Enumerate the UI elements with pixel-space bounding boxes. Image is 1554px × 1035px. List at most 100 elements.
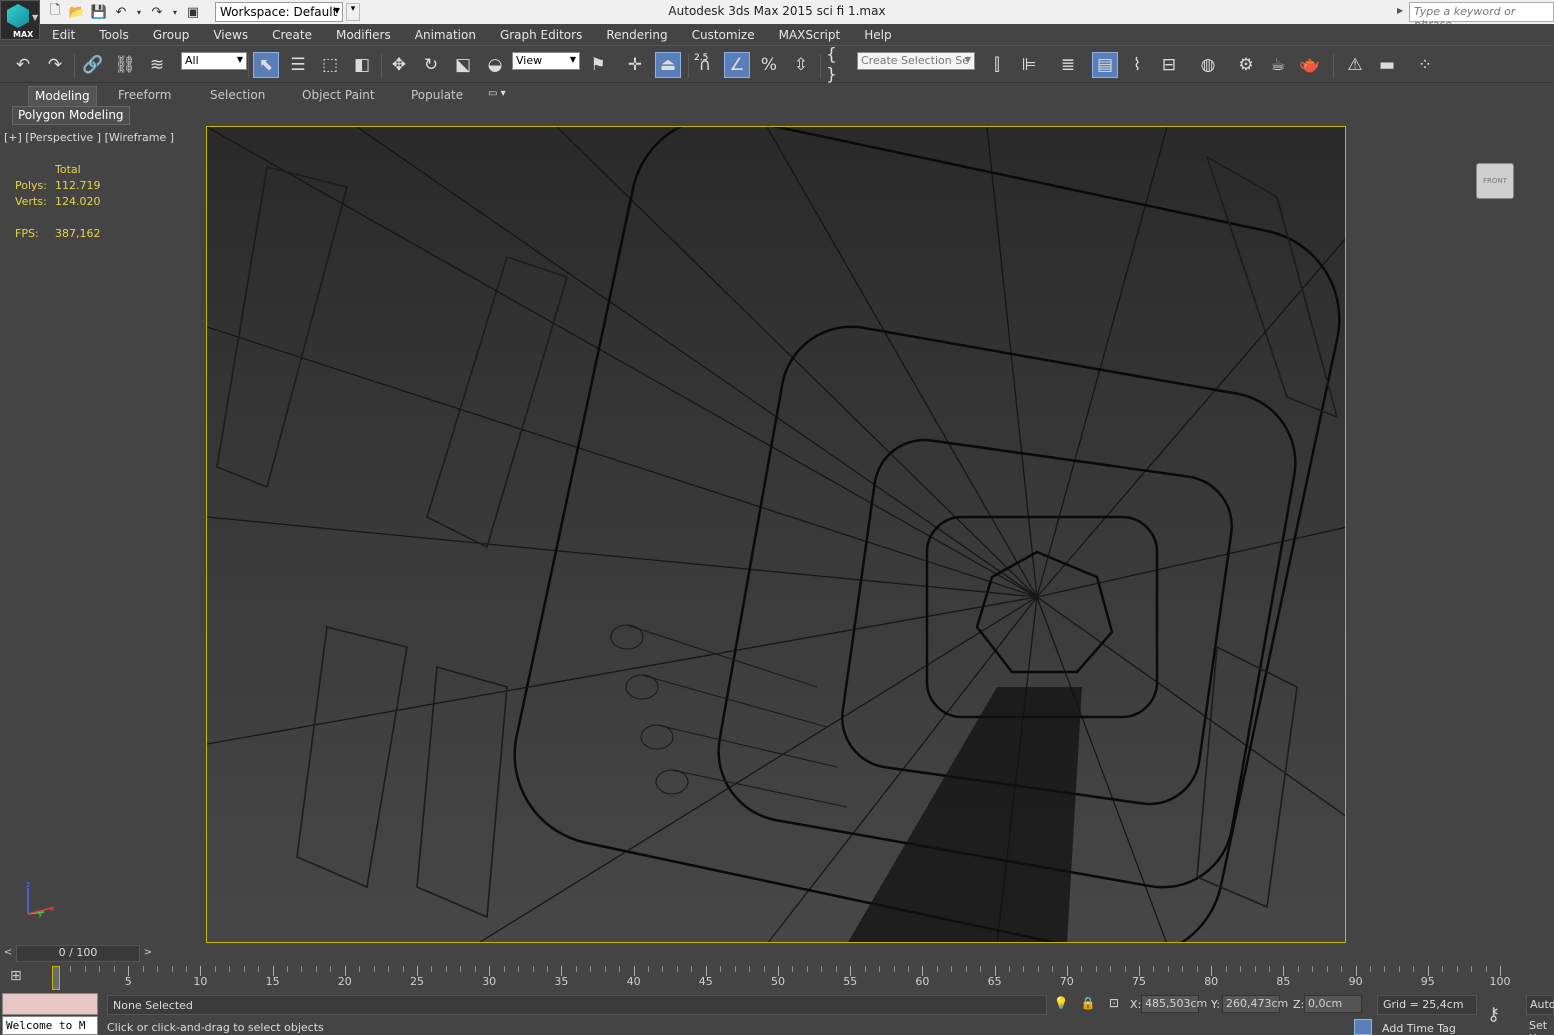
bind-to-space-warp-icon[interactable]: ≋ — [144, 52, 170, 78]
tab-populate[interactable]: Populate — [411, 86, 463, 106]
layer-explorer-icon[interactable]: ≣ — [1055, 52, 1081, 78]
selection-filter-dropdown[interactable]: All ▼ — [181, 52, 247, 70]
frame-tick — [474, 966, 476, 972]
window-crossing-icon[interactable]: ◧ — [349, 52, 375, 78]
frame-tick-label: 80 — [1204, 975, 1219, 988]
pivot-center-icon[interactable]: ⚑ — [585, 52, 611, 78]
menu-views[interactable]: Views — [201, 28, 260, 42]
undo-icon[interactable]: ↶ — [10, 52, 36, 78]
maxscript-listener-input[interactable]: Welcome to M — [2, 1016, 98, 1035]
frame-tick — [951, 966, 953, 972]
frame-tick-label: 50 — [771, 975, 785, 988]
auto-key-button[interactable]: Auto — [1526, 995, 1554, 1015]
search-input[interactable]: Type a keyword or phrase — [1409, 2, 1554, 31]
add-time-tag[interactable]: Add Time Tag — [1382, 1022, 1456, 1035]
select-object-icon[interactable]: ⬉ — [253, 52, 279, 78]
y-coord-field[interactable]: 260,473cm — [1222, 995, 1288, 1013]
align-icon[interactable]: ⊫ — [1016, 52, 1042, 78]
time-tag-icon[interactable] — [1354, 1019, 1372, 1035]
keyboard-shortcut-override-icon[interactable]: ⏏ — [655, 52, 681, 78]
mirror-icon[interactable]: ⫿ — [984, 52, 1010, 78]
frame-tick-label: 45 — [698, 975, 713, 988]
selection-lock-icon[interactable]: 🔒 — [1080, 996, 1096, 1012]
frame-tick-label: 40 — [626, 975, 641, 988]
frame-tick-label: 15 — [265, 975, 280, 988]
toolbar-separator — [1333, 54, 1334, 78]
frame-tick-label: 100 — [1489, 975, 1511, 988]
rectangular-selection-icon[interactable]: ⬚ — [317, 52, 343, 78]
tab-modeling[interactable]: Modeling — [28, 86, 97, 106]
unlink-selection-icon[interactable]: ⛓ — [112, 52, 138, 78]
frame-tick — [185, 966, 187, 972]
menu-animation[interactable]: Animation — [403, 28, 488, 42]
schematic-view-icon[interactable]: ⊟ — [1156, 52, 1182, 78]
scene-explorer-icon[interactable]: ▤ — [1092, 52, 1118, 78]
time-slider-thumb[interactable]: 0 / 100 — [16, 945, 140, 962]
angle-snap-icon[interactable]: ∠ — [724, 52, 750, 78]
spinner-snap-icon[interactable]: ⇳ — [788, 52, 814, 78]
viewcube[interactable]: FRONT — [1476, 163, 1514, 199]
z-coord-field[interactable]: 0,0cm — [1304, 995, 1362, 1013]
menu-group[interactable]: Group — [141, 28, 202, 42]
reference-coordinate-dropdown[interactable]: View ▼ — [512, 52, 580, 70]
polygon-modeling-panel[interactable]: Polygon Modeling — [12, 106, 130, 125]
select-and-rotate-icon[interactable]: ↻ — [418, 52, 444, 78]
menu-modifiers[interactable]: Modifiers — [324, 28, 403, 42]
named-selection-set-dropdown[interactable]: Create Selection Se ▼ — [857, 52, 975, 70]
select-and-manipulate-icon[interactable]: ✛ — [622, 52, 648, 78]
tab-freeform[interactable]: Freeform — [118, 86, 171, 106]
menu-tools[interactable]: Tools — [87, 28, 141, 42]
mini-curve-editor-icon[interactable]: ⊞ — [10, 968, 32, 988]
set-key-icon[interactable]: ⚷ — [1487, 1004, 1500, 1025]
redo-icon[interactable]: ↷ — [42, 52, 68, 78]
set-key-button[interactable]: Set K — [1526, 1018, 1554, 1035]
isolate-selection-icon[interactable]: 💡 — [1053, 996, 1069, 1012]
track-bar: ⊞ 5 10 15 20 25 30 35 40 45 50 55 60 65 70 75 80 85 90 95 1… — [0, 964, 1554, 992]
menu-edit[interactable]: Edit — [40, 28, 87, 42]
menu-customize[interactable]: Customize — [680, 28, 767, 42]
frame-ruler[interactable]: 5 10 15 20 25 30 35 40 45 50 55 60 65 70 75 80 85 90 95 100 — [52, 964, 1511, 992]
render-setup-icon[interactable]: ⚙ — [1233, 52, 1259, 78]
particle-view-icon[interactable]: ⁘ — [1412, 52, 1438, 78]
curve-editor-icon[interactable]: ⌇ — [1124, 52, 1150, 78]
select-and-move-icon[interactable]: ✥ — [386, 52, 412, 78]
previous-frame-icon[interactable]: < — [1, 945, 15, 963]
rendered-frame-window-icon[interactable]: ☕ — [1265, 52, 1291, 78]
status-bar: Welcome to M None Selected Click or clic… — [0, 992, 1554, 1035]
graphite-tools-icon[interactable]: ⚠ — [1342, 52, 1368, 78]
select-and-place-icon[interactable]: ◒ — [482, 52, 508, 78]
frame-tick — [1037, 966, 1039, 972]
x-coord-field[interactable]: 485,503cm — [1141, 995, 1207, 1013]
tab-object-paint[interactable]: Object Paint — [302, 86, 375, 106]
next-frame-icon[interactable]: > — [141, 945, 155, 963]
edit-named-selection-icon[interactable]: { } — [826, 45, 852, 85]
menu-help[interactable]: Help — [852, 28, 903, 42]
percent-snap-icon[interactable]: % — [756, 52, 782, 78]
material-editor-icon[interactable]: ◍ — [1195, 52, 1221, 78]
frame-tick — [214, 966, 216, 972]
menu-create[interactable]: Create — [260, 28, 324, 42]
snaps-toggle-icon[interactable]: 2.5 ∩ — [692, 52, 718, 78]
viewport-label-menu[interactable]: [+] [Perspective ] [Wireframe ] — [4, 131, 174, 144]
maxscript-listener-mini[interactable] — [2, 993, 98, 1015]
render-production-icon[interactable]: 🫖 — [1297, 52, 1323, 78]
ribbon-minimize-icon[interactable]: ▭ ▾ — [488, 88, 506, 99]
absolute-mode-icon[interactable]: ⊡ — [1106, 996, 1122, 1012]
perspective-viewport[interactable] — [206, 126, 1346, 943]
measure-distance-icon[interactable]: ▬ — [1374, 52, 1400, 78]
time-cursor[interactable] — [52, 966, 60, 990]
menu-maxscript[interactable]: MAXScript — [767, 28, 853, 42]
polys-value: 112.719 — [55, 179, 101, 192]
frame-tick-label: 10 — [193, 975, 208, 988]
viewport-statistics: Total Polys: 112.719 Verts: 124.020 FPS: 38… — [15, 162, 101, 242]
frame-tick — [1442, 966, 1444, 972]
frame-tick — [229, 966, 231, 972]
tab-selection[interactable]: Selection — [210, 86, 265, 106]
menu-rendering[interactable]: Rendering — [594, 28, 679, 42]
select-and-link-icon[interactable]: 🔗 — [80, 52, 106, 78]
expand-search-icon[interactable]: ▶ — [1397, 2, 1407, 22]
select-and-scale-icon[interactable]: ⬕ — [450, 52, 476, 78]
menu-graph-editors[interactable]: Graph Editors — [488, 28, 594, 42]
toolbar-separator — [688, 54, 689, 78]
select-by-name-icon[interactable]: ☰ — [285, 52, 311, 78]
